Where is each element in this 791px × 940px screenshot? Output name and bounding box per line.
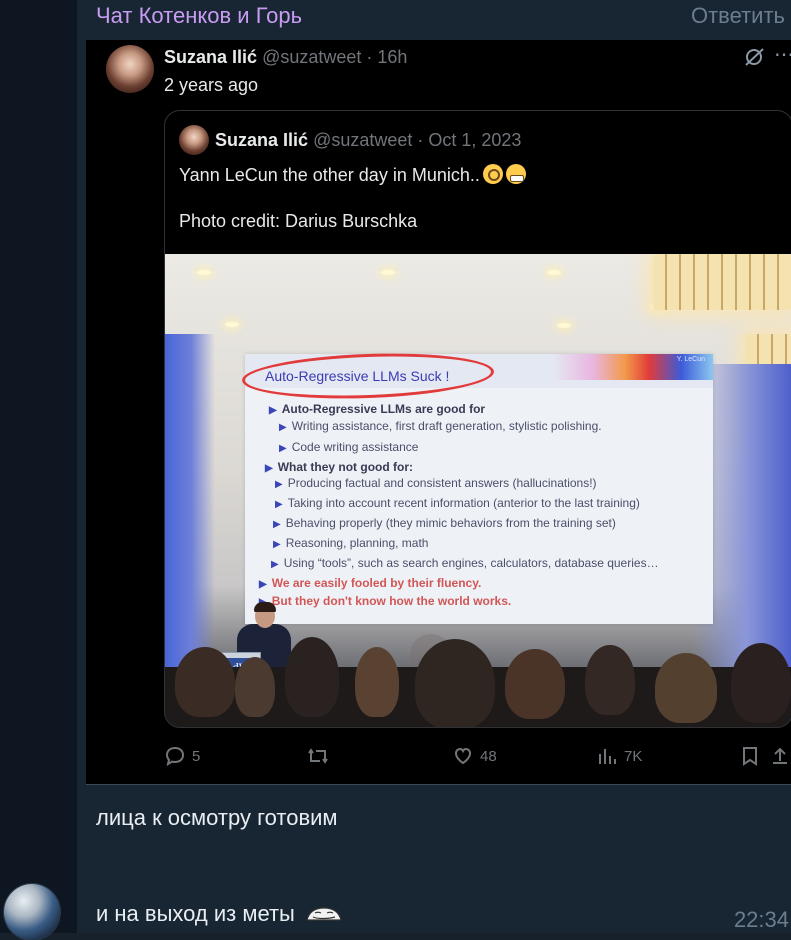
slide-author: Y. LeCun xyxy=(676,356,705,363)
monocle-emoji-icon xyxy=(482,164,503,184)
slide-bullet: ▶ Producing factual and consistent answer… xyxy=(275,476,597,490)
ceiling-light xyxy=(381,270,395,275)
share-action[interactable] xyxy=(770,742,790,770)
quoted-tweet[interactable]: Suzana Ilić @suzatweet · Oct 1, 2023 Yan… xyxy=(164,110,791,728)
quote-author-line: Suzana Ilić @suzatweet · Oct 1, 2023 xyxy=(215,129,521,151)
retweet-icon xyxy=(308,748,328,764)
chat-title[interactable]: Чат Котенков и Горь xyxy=(96,2,302,30)
slide-bullet: ▶ What they not good for: xyxy=(265,460,414,474)
ceiling-light xyxy=(547,270,561,275)
chat-gutter xyxy=(0,0,77,933)
more-icon[interactable]: ⋯ xyxy=(774,45,791,69)
like-count: 48 xyxy=(480,747,497,765)
quote-text: Yann LeCun the other day in Munich.. xyxy=(179,165,480,185)
bookmark-icon xyxy=(743,747,757,766)
slide-bullet: ▶ Behaving properly (they mimic behaviors… xyxy=(273,516,616,530)
tweet-actions: 5 48 7K xyxy=(164,742,791,770)
slide-bullet: ▶ Using “tools”, such as search engines, … xyxy=(271,556,659,570)
bookmark-action[interactable] xyxy=(740,742,760,770)
grimace-emoji-icon xyxy=(505,164,526,184)
slide-bullet: ▶ Reasoning, planning, math xyxy=(273,536,429,550)
repost-off-icon[interactable] xyxy=(742,45,768,69)
sender-avatar[interactable] xyxy=(4,884,60,940)
quote-author-avatar xyxy=(179,125,209,155)
message-time: 22:34 xyxy=(733,907,789,932)
retweet-action[interactable] xyxy=(306,742,336,770)
author-meta: @suzatweet · 16h xyxy=(262,47,408,67)
post-body: 2 years ago xyxy=(164,75,259,95)
author-line: Suzana Ilić @suzatweet · 16h xyxy=(164,46,407,68)
like-action[interactable]: 48 xyxy=(452,742,497,770)
speaker-hair xyxy=(254,602,276,612)
views-action[interactable]: 7K xyxy=(596,742,642,770)
chandelier xyxy=(653,254,791,310)
reply-action[interactable]: 5 xyxy=(164,742,200,770)
slide-bullet: ▶ Code writing assistance xyxy=(279,440,419,454)
message-text: и на выход из меты xyxy=(96,901,295,926)
quote-photo[interactable]: Y. LeCun Auto-Regressive LLMs Suck ! ▶ Au… xyxy=(165,254,791,727)
audience xyxy=(165,637,791,727)
comment-icon xyxy=(165,746,185,767)
ceiling-light xyxy=(225,322,239,327)
reply-button[interactable]: Ответить xyxy=(691,2,785,30)
views-icon xyxy=(599,749,616,764)
stage-light-left xyxy=(165,334,215,694)
quote-author-meta: @suzatweet · Oct 1, 2023 xyxy=(313,130,522,150)
ceiling-light xyxy=(557,323,571,328)
views-count: 7K xyxy=(624,747,643,765)
slide-bullet: ▶But they don't know how the world works… xyxy=(259,594,512,608)
ceiling-light xyxy=(197,270,211,275)
message-text: лица к осмотру готовим xyxy=(96,805,338,830)
share-icon xyxy=(773,747,787,764)
message-text-last: и на выход из меты xyxy=(96,900,343,928)
reply-count: 5 xyxy=(192,747,201,765)
embed-separator xyxy=(86,784,791,785)
slide-bullet: ▶ Writing assistance, first draft generat… xyxy=(279,419,602,433)
quote-text-line1: Yann LeCun the other day in Munich.. xyxy=(179,163,526,187)
author-avatar[interactable] xyxy=(106,45,154,93)
heart-icon xyxy=(454,747,472,765)
slide-bullet: ▶ Auto-Regressive LLMs are good for xyxy=(269,402,486,416)
slide-bullet: ▶ Taking into account recent information … xyxy=(275,496,640,510)
slide-bullet: ▶ We are easily fooled by their fluency. xyxy=(259,576,482,590)
quote-author-name: Suzana Ilić xyxy=(215,130,309,150)
trollface-emoji-icon xyxy=(306,907,342,921)
quote-text-line2: Photo credit: Darius Burschka xyxy=(179,211,418,231)
author-name[interactable]: Suzana Ilić xyxy=(164,47,257,67)
